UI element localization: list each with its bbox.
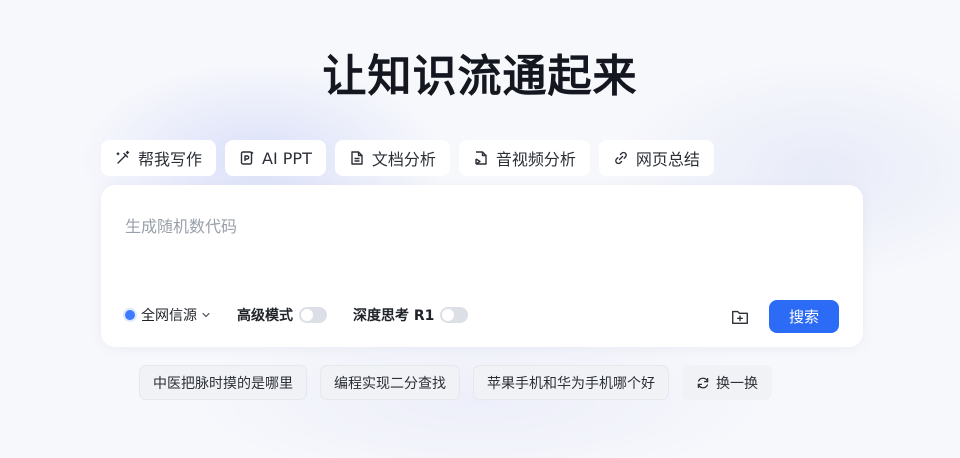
folder-add-icon bbox=[732, 310, 748, 325]
suggestion-label: 苹果手机和华为手机哪个好 bbox=[487, 375, 655, 392]
search-button[interactable]: 搜索 bbox=[769, 300, 839, 333]
search-card: 全网信源 高级模式 深度思考 R1 搜索 bbox=[101, 185, 863, 347]
search-input[interactable] bbox=[125, 213, 825, 239]
suggestion-chip[interactable]: 中医把脉时摸的是哪里 bbox=[139, 365, 307, 400]
page-title: 让知识流通起来 bbox=[322, 51, 638, 102]
tool-ai-ppt-button[interactable]: AI PPT bbox=[225, 140, 326, 176]
source-dot-icon bbox=[125, 310, 135, 320]
suggestion-chip[interactable]: 苹果手机和华为手机哪个好 bbox=[473, 365, 669, 400]
toggle-knob bbox=[301, 309, 313, 321]
deep-think-mode: 深度思考 R1 bbox=[353, 305, 469, 325]
link-icon bbox=[613, 150, 629, 166]
advanced-mode-label: 高级模式 bbox=[237, 308, 293, 324]
ppt-file-icon bbox=[239, 150, 255, 166]
tool-bar: 帮我写作 AI PPT 文档分析 音视频分析 网页总结 bbox=[101, 140, 714, 176]
tool-label: 文档分析 bbox=[371, 150, 436, 169]
document-icon bbox=[349, 150, 365, 166]
source-selector[interactable]: 全网信源 bbox=[125, 305, 211, 325]
deep-think-toggle[interactable] bbox=[440, 307, 469, 323]
media-file-icon bbox=[473, 150, 489, 166]
source-label: 全网信源 bbox=[141, 308, 197, 324]
advanced-mode-toggle[interactable] bbox=[299, 307, 327, 323]
suggestion-list: 中医把脉时摸的是哪里 编程实现二分查找 苹果手机和华为手机哪个好 换一换 bbox=[139, 365, 772, 400]
suggestion-chip[interactable]: 编程实现二分查找 bbox=[320, 365, 460, 400]
toggle-knob bbox=[442, 309, 455, 321]
upload-file-button[interactable] bbox=[729, 306, 751, 328]
suggestion-label: 编程实现二分查找 bbox=[334, 375, 446, 392]
advanced-mode: 高级模式 bbox=[237, 305, 327, 325]
tool-doc-analysis-button[interactable]: 文档分析 bbox=[334, 140, 450, 176]
refresh-icon bbox=[696, 376, 710, 390]
search-options: 全网信源 高级模式 深度思考 R1 bbox=[125, 305, 469, 325]
refresh-label: 换一换 bbox=[716, 375, 758, 392]
chevron-down-icon bbox=[201, 310, 211, 320]
refresh-suggestions-button[interactable]: 换一换 bbox=[682, 365, 772, 400]
deep-think-label: 深度思考 R1 bbox=[353, 308, 435, 324]
tool-web-summary-button[interactable]: 网页总结 bbox=[598, 140, 714, 176]
tool-label: 音视频分析 bbox=[495, 150, 576, 169]
tool-media-analysis-button[interactable]: 音视频分析 bbox=[458, 140, 590, 176]
magic-pen-icon bbox=[115, 150, 131, 166]
tool-label: 帮我写作 bbox=[138, 150, 203, 169]
tool-label: AI PPT bbox=[262, 148, 312, 168]
tool-label: 网页总结 bbox=[635, 150, 700, 169]
tool-write-button[interactable]: 帮我写作 bbox=[101, 140, 217, 176]
suggestion-label: 中医把脉时摸的是哪里 bbox=[153, 375, 293, 392]
